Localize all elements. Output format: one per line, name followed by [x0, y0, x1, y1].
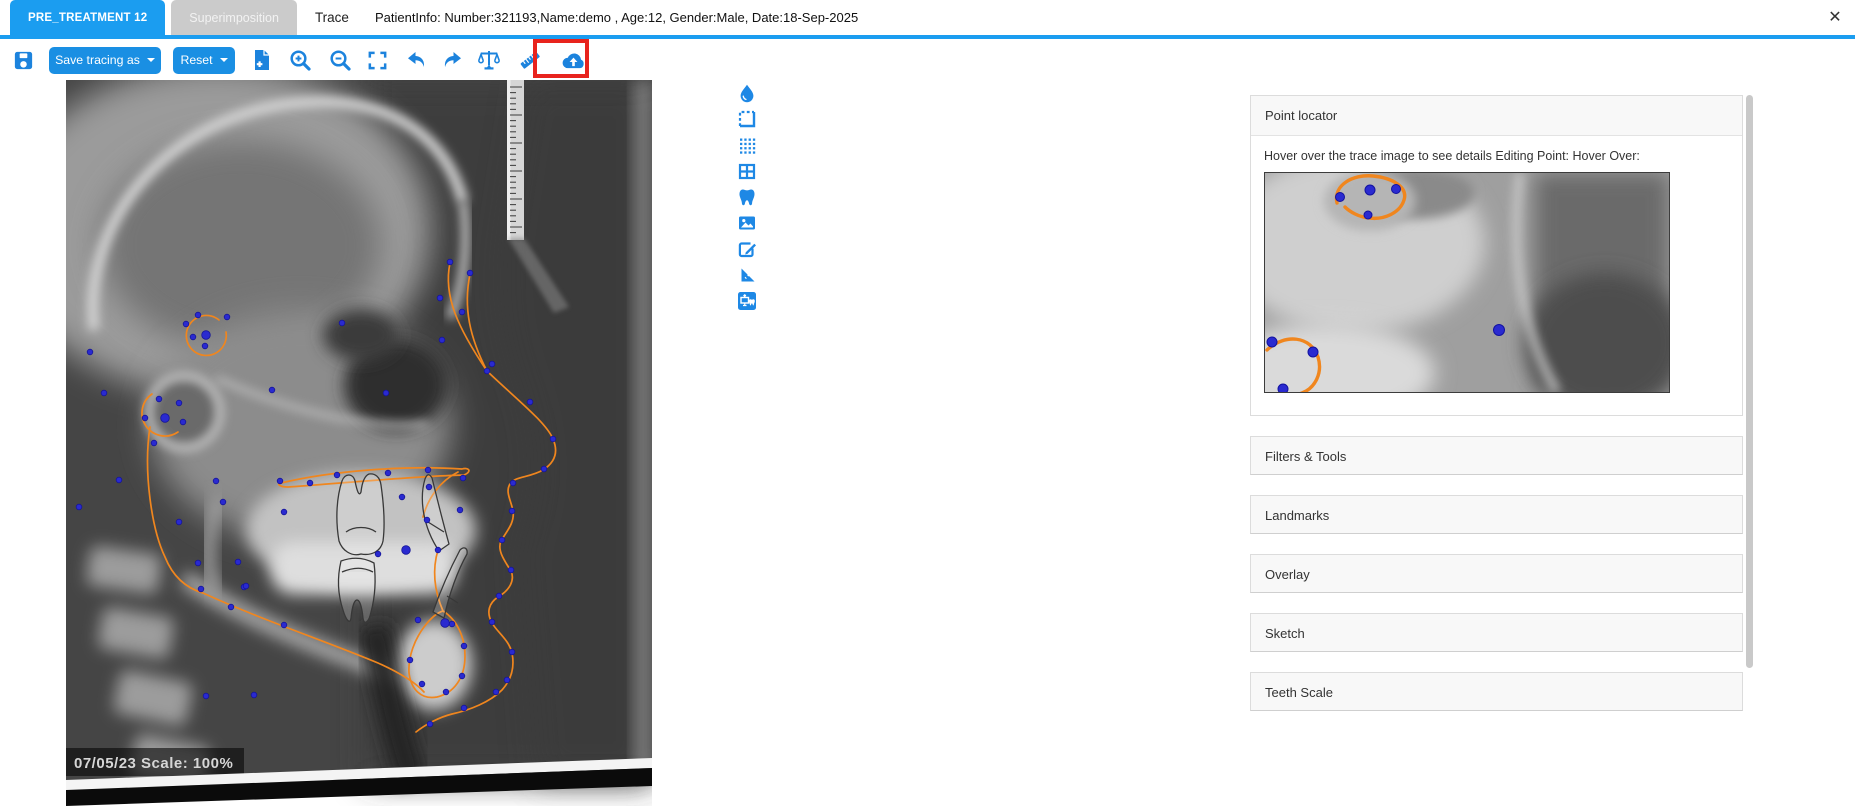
section-teeth-scale[interactable]: Teeth Scale	[1250, 672, 1743, 711]
section-header-label[interactable]: Landmarks	[1251, 496, 1742, 535]
new-file-icon[interactable]	[251, 48, 272, 72]
vertical-toolbar	[737, 83, 757, 311]
caret-down-icon	[220, 58, 228, 62]
save-tracing-as-label: Save tracing as	[55, 53, 140, 67]
caret-down-icon	[147, 58, 155, 62]
patient-info: PatientInfo: Number:321193,Name:demo , A…	[375, 10, 858, 25]
section-header-label[interactable]: Sketch	[1251, 614, 1742, 653]
crop-selection-icon[interactable]	[737, 109, 757, 129]
scrollbar[interactable]	[1746, 95, 1753, 668]
measure-ruler-icon[interactable]	[517, 48, 543, 72]
xray-footer: 07/05/23 Scale: 100%	[66, 748, 244, 776]
point-locator-header[interactable]: Point locator	[1251, 96, 1742, 136]
zoom-out-icon[interactable]	[328, 48, 352, 72]
section-header-label[interactable]: Teeth Scale	[1251, 673, 1742, 712]
trace-label: Trace	[315, 10, 349, 25]
tab-bar: PRE_TREATMENT 12 Superimposition Trace P…	[0, 0, 1855, 35]
section-header-label[interactable]: Filters & Tools	[1251, 437, 1742, 476]
fullscreen-icon[interactable]	[366, 49, 389, 72]
teeth-scale-screen-icon[interactable]	[737, 291, 757, 311]
point-locator-hint: Hover over the trace image to see detail…	[1264, 148, 1729, 164]
edit-sketch-icon[interactable]	[737, 239, 757, 259]
section-landmarks[interactable]: Landmarks	[1250, 495, 1743, 534]
save-tracing-as-button[interactable]: Save tracing as	[49, 47, 161, 74]
app-window: PRE_TREATMENT 12 Superimposition Trace P…	[0, 0, 1855, 810]
reset-button[interactable]: Reset	[173, 47, 235, 74]
xray-canvas[interactable]: 07/05/23 Scale: 100%	[66, 80, 652, 806]
section-header-label[interactable]: Overlay	[1251, 555, 1742, 594]
undo-icon[interactable]	[404, 48, 428, 72]
toolbar: Save tracing as Reset	[0, 39, 587, 81]
tab-superimposition[interactable]: Superimposition	[171, 0, 297, 35]
section-sketch[interactable]: Sketch	[1250, 613, 1743, 652]
dot-grid-icon[interactable]	[737, 135, 757, 155]
close-icon[interactable]: ✕	[1824, 7, 1846, 27]
section-overlay[interactable]: Overlay	[1250, 554, 1743, 593]
point-locator-body: Hover over the trace image to see detail…	[1251, 136, 1742, 415]
reset-label: Reset	[180, 53, 212, 67]
zoom-in-icon[interactable]	[288, 48, 312, 72]
save-icon[interactable]	[12, 49, 35, 72]
redo-icon[interactable]	[441, 48, 465, 72]
color-drop-icon[interactable]	[737, 83, 757, 103]
point-locator-panel: Point locator Hover over the trace image…	[1250, 95, 1743, 416]
calibrate-balance-icon[interactable]	[477, 48, 501, 72]
set-square-icon[interactable]	[737, 265, 757, 285]
point-locator-preview	[1264, 172, 1670, 393]
xray-scale-label: 07/05/23 Scale: 100%	[74, 755, 233, 772]
grid-icon[interactable]	[737, 161, 757, 181]
right-panel: Point locator Hover over the trace image…	[1250, 95, 1743, 711]
image-icon[interactable]	[737, 213, 757, 233]
xray-photo	[66, 80, 652, 791]
cloud-upload-icon[interactable]	[560, 48, 587, 72]
tooth-icon[interactable]	[737, 187, 757, 207]
section-filters-tools[interactable]: Filters & Tools	[1250, 436, 1743, 475]
tab-pre-treatment[interactable]: PRE_TREATMENT 12	[10, 0, 165, 35]
